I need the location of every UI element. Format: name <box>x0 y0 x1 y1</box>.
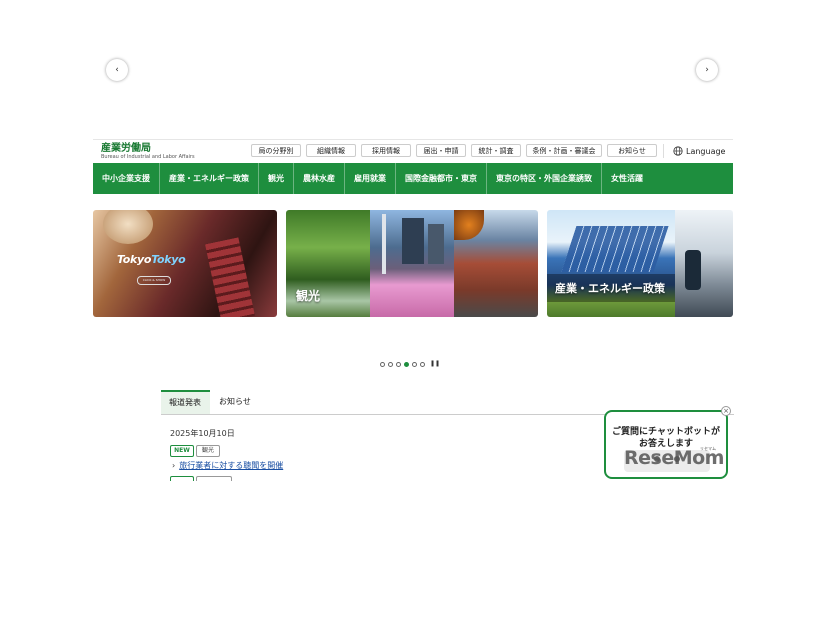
nav-item-agriculture[interactable]: 農林水産 <box>294 163 345 194</box>
slide-caption-tourism: 観光 <box>296 289 321 303</box>
nav-item-women[interactable]: 女性活躍 <box>602 163 652 194</box>
utility-link-organization[interactable]: 組織情報 <box>306 144 356 157</box>
skytree-shape <box>382 214 386 274</box>
carousel-slide-tourism[interactable]: 観光 <box>286 210 538 317</box>
nav-item-special-zones[interactable]: 東京の特区・外国企業誘致 <box>487 163 602 194</box>
utility-link-applications[interactable]: 届出・申請 <box>416 144 466 157</box>
divider <box>663 144 664 158</box>
charger-plug-shape <box>685 250 701 290</box>
hero-carousel: TokyoTokyo CLICK & SHOW 観光 産業・エネルギー政策 <box>93 210 733 317</box>
slide-image-station <box>454 210 538 317</box>
viewport-cutoff <box>0 481 826 620</box>
language-button[interactable]: Language <box>673 146 725 156</box>
site-header: 産業労働局 Bureau of Industrial and Labor Aff… <box>93 139 733 164</box>
slide-image-ev-charger <box>675 210 733 317</box>
slide-caption-industry-energy: 産業・エネルギー政策 <box>555 282 665 295</box>
nav-item-finance-city[interactable]: 国際金融都市・東京 <box>396 163 487 194</box>
nav-item-tourism[interactable]: 観光 <box>259 163 294 194</box>
carousel-dot-active[interactable] <box>404 361 409 367</box>
tab-press-releases[interactable]: 報道発表 <box>161 390 210 414</box>
news-date: 2025年10月10日 <box>170 429 235 438</box>
slide-image-bowl <box>103 210 153 244</box>
chevron-left-icon: ‹ <box>115 65 119 75</box>
carousel-dot[interactable] <box>412 361 417 367</box>
utility-link-ordinances[interactable]: 条例・計画・審議会 <box>526 144 602 157</box>
new-badge: NEW <box>170 445 194 457</box>
carousel-next-button[interactable]: › <box>696 59 718 81</box>
category-badge: 観光 <box>196 445 220 457</box>
slide-image-film <box>205 237 255 317</box>
nav-item-employment[interactable]: 雇用就業 <box>345 163 396 194</box>
resemom-watermark-sub: リセマム <box>700 446 716 451</box>
utility-link-statistics[interactable]: 統計・調査 <box>471 144 521 157</box>
tab-notices[interactable]: お知らせ <box>211 390 261 414</box>
language-label: Language <box>686 146 726 156</box>
autumn-trees-shape <box>454 210 484 240</box>
slide-image-skyline <box>370 210 454 317</box>
nav-item-industry-energy[interactable]: 産業・エネルギー政策 <box>160 163 259 194</box>
solar-panel-shape <box>561 226 669 272</box>
globe-icon <box>673 146 683 156</box>
chatbot-close-button[interactable]: × <box>721 406 731 416</box>
utility-link-notices[interactable]: お知らせ <box>607 144 657 157</box>
logo-japanese: 産業労働局 <box>101 143 151 154</box>
building-shape <box>402 218 424 264</box>
carousel-dot[interactable] <box>380 361 385 367</box>
carousel-dot[interactable] <box>396 361 401 367</box>
news-item-link[interactable]: › 旅行業者に対する聴聞を開催 <box>172 460 283 471</box>
carousel-slide-tokyo-tokyo[interactable]: TokyoTokyo CLICK & SHOW <box>93 210 277 317</box>
site-logo[interactable]: 産業労働局 Bureau of Industrial and Labor Aff… <box>101 143 195 160</box>
pause-icon[interactable]: ❚❚ <box>430 361 440 367</box>
carousel-dot[interactable] <box>420 361 425 367</box>
carousel-slide-industry-energy[interactable]: 産業・エネルギー政策 <box>547 210 733 317</box>
utility-link-recruitment[interactable]: 採用情報 <box>361 144 411 157</box>
logo-english: Bureau of Industrial and Labor Affairs <box>101 154 195 160</box>
carousel-dot[interactable] <box>388 361 393 367</box>
carousel-pagination: ❚❚ <box>380 361 440 367</box>
site-frame: 産業労働局 Bureau of Industrial and Labor Aff… <box>93 139 733 194</box>
chevron-right-icon: › <box>172 461 176 470</box>
nav-item-sme-support[interactable]: 中小企業支援 <box>93 163 160 194</box>
building-shape <box>428 224 444 264</box>
utility-links: 局の分野別 組織情報 採用情報 届出・申請 統計・調査 条例・計画・審議会 お知… <box>251 144 657 157</box>
slide-cta-button[interactable]: CLICK & SHOW <box>137 276 171 285</box>
tokyo-tokyo-logo: TokyoTokyo <box>117 253 186 266</box>
news-item-title: 旅行業者に対する聴聞を開催 <box>179 461 284 470</box>
utility-link-fields[interactable]: 局の分野別 <box>251 144 301 157</box>
carousel-prev-button[interactable]: ‹ <box>106 59 128 81</box>
global-nav: 中小企業支援 産業・エネルギー政策 観光 農林水産 雇用就業 国際金融都市・東京… <box>93 163 733 194</box>
chevron-right-icon: › <box>705 65 709 75</box>
